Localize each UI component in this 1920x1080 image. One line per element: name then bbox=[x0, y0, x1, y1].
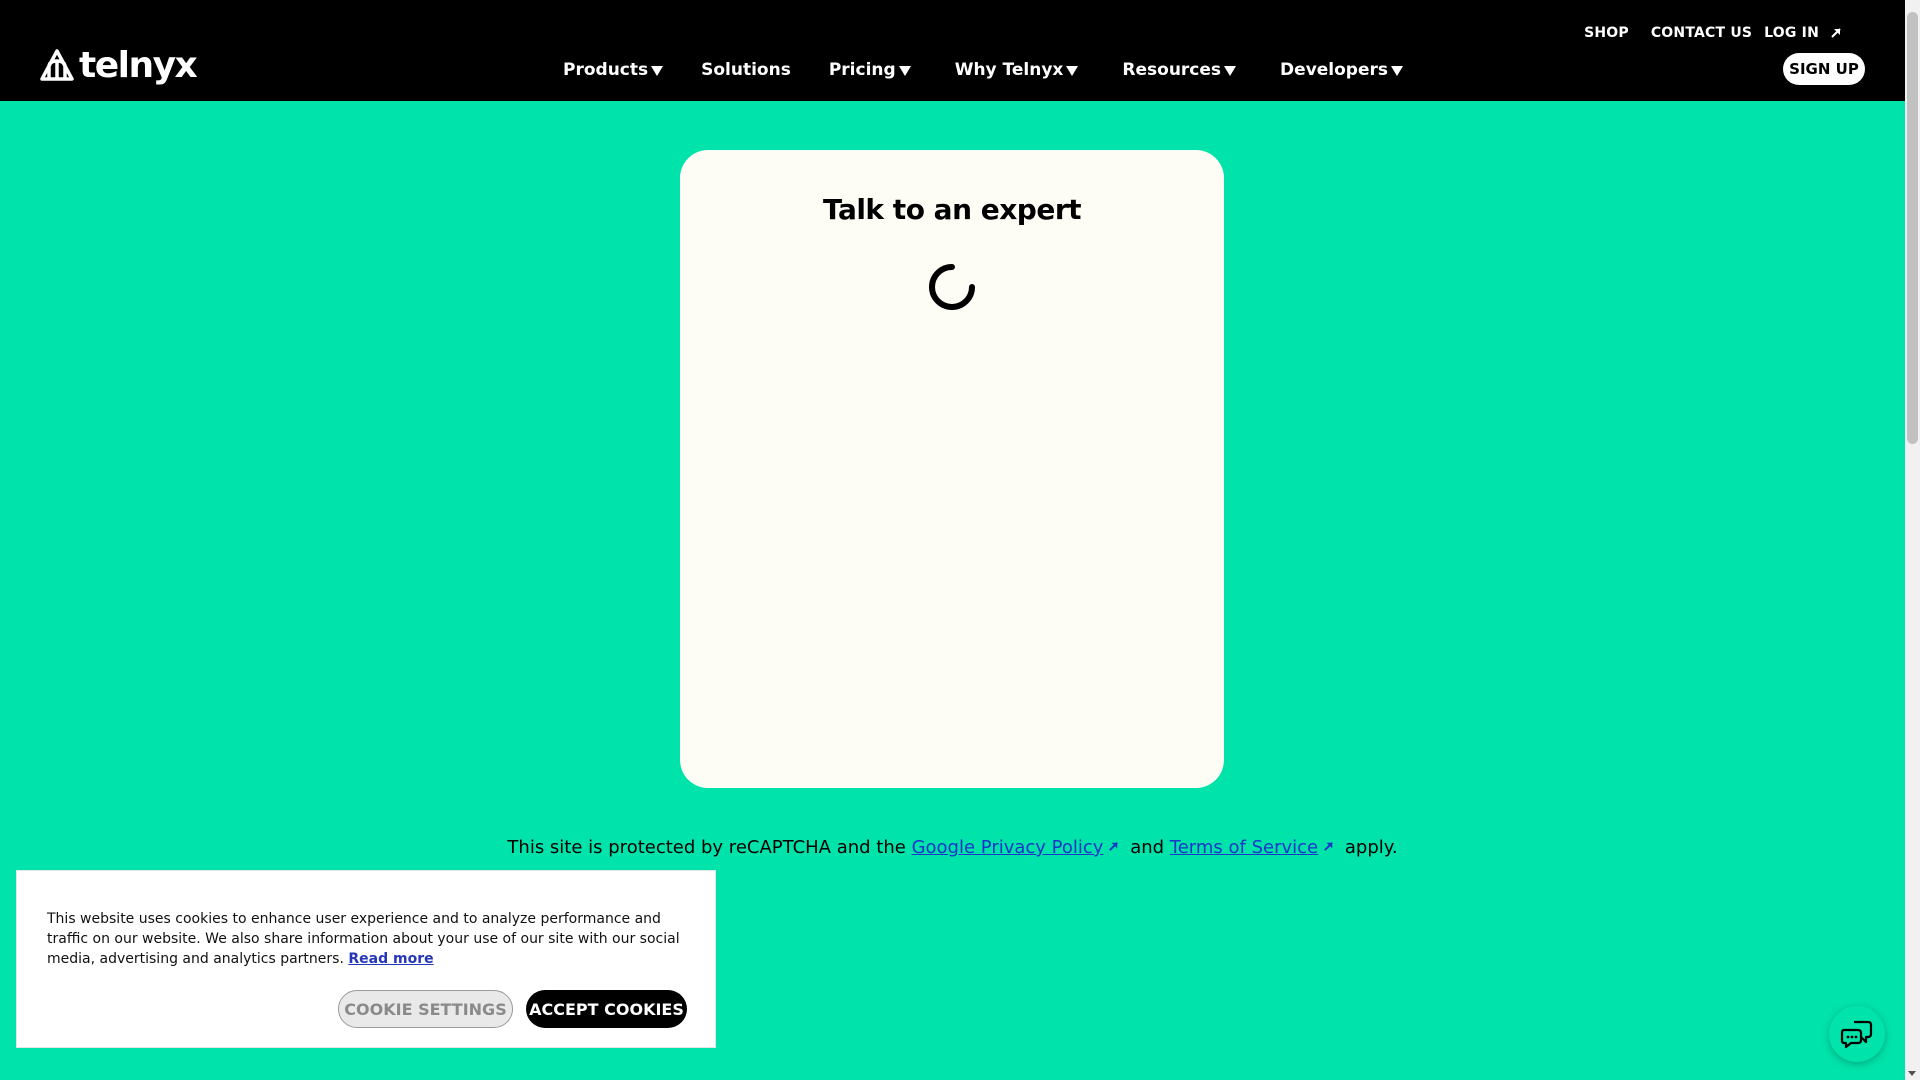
chat-widget-button[interactable] bbox=[1829, 1006, 1885, 1062]
contact-form-card bbox=[680, 150, 1224, 788]
google-privacy-policy-link[interactable]: Google Privacy Policy bbox=[912, 837, 1104, 858]
cookie-banner: This website uses cookies to enhance use… bbox=[16, 870, 716, 1048]
recaptcha-prefix: This site is protected by reCAPTCHA and … bbox=[507, 837, 906, 858]
nav-developers-label: Developers bbox=[1280, 60, 1389, 80]
caret-down-icon bbox=[651, 66, 664, 76]
caret-down-icon bbox=[1224, 66, 1237, 76]
accept-cookies-button[interactable]: ACCEPT COOKIES bbox=[526, 990, 687, 1028]
arrow-up-right-icon bbox=[1324, 842, 1333, 851]
recaptcha-notice: This site is protected by reCAPTCHA and … bbox=[0, 837, 1905, 858]
sign-up-button[interactable]: SIGN UP bbox=[1783, 53, 1865, 85]
site-header: telnyx SHOP CONTACT US LOG IN Products S… bbox=[0, 0, 1905, 101]
nav-why-telnyx[interactable]: Why Telnyx bbox=[955, 60, 1079, 80]
nav-pricing[interactable]: Pricing bbox=[829, 60, 911, 80]
scrollbar-thumb[interactable] bbox=[1907, 12, 1918, 444]
log-in-label: LOG IN bbox=[1764, 25, 1819, 41]
loading-spinner-icon bbox=[929, 264, 975, 310]
nav-pricing-label: Pricing bbox=[828, 60, 896, 80]
nav-products[interactable]: Products bbox=[563, 60, 664, 80]
main-nav: Products Solutions Pricing Why Telnyx Re… bbox=[563, 60, 1404, 80]
card-title: Talk to an expert bbox=[822, 193, 1082, 226]
contact-us-link[interactable]: CONTACT US bbox=[1651, 25, 1752, 41]
nav-products-label: Products bbox=[563, 60, 649, 80]
nav-solutions[interactable]: Solutions bbox=[701, 60, 791, 80]
chat-bubbles-icon bbox=[1840, 1020, 1873, 1049]
nav-resources-label: Resources bbox=[1122, 60, 1222, 80]
shop-link[interactable]: SHOP bbox=[1584, 25, 1629, 41]
utility-nav: SHOP CONTACT US LOG IN bbox=[1584, 25, 1843, 41]
cookie-settings-button[interactable]: COOKIE SETTINGS bbox=[338, 990, 513, 1028]
scroll-down-arrow-icon[interactable] bbox=[1908, 1071, 1916, 1076]
caret-down-icon bbox=[1066, 66, 1079, 76]
caret-down-icon bbox=[898, 66, 911, 76]
caret-down-icon bbox=[1391, 66, 1404, 76]
recaptcha-and: and bbox=[1130, 837, 1165, 858]
telnyx-logo-icon bbox=[40, 49, 74, 81]
recaptcha-suffix: apply. bbox=[1344, 837, 1398, 858]
page-scrollbar[interactable] bbox=[1905, 0, 1920, 1080]
arrow-up-right-icon bbox=[1831, 28, 1841, 38]
nav-solutions-label: Solutions bbox=[701, 60, 791, 80]
nav-why-telnyx-label: Why Telnyx bbox=[954, 60, 1064, 80]
cookie-message: This website uses cookies to enhance use… bbox=[47, 909, 687, 969]
terms-link-label: Terms of Service bbox=[1169, 837, 1319, 858]
log-in-link[interactable]: LOG IN bbox=[1764, 25, 1843, 41]
nav-developers[interactable]: Developers bbox=[1280, 60, 1404, 80]
privacy-link-label: Google Privacy Policy bbox=[911, 837, 1104, 858]
read-more-link[interactable]: Read more bbox=[348, 951, 433, 967]
arrow-up-right-icon bbox=[1109, 842, 1119, 851]
logo-wordmark: telnyx bbox=[79, 45, 198, 86]
nav-resources[interactable]: Resources bbox=[1122, 60, 1237, 80]
terms-of-service-link[interactable]: Terms of Service bbox=[1170, 837, 1318, 858]
telnyx-logo[interactable]: telnyx bbox=[39, 45, 198, 86]
